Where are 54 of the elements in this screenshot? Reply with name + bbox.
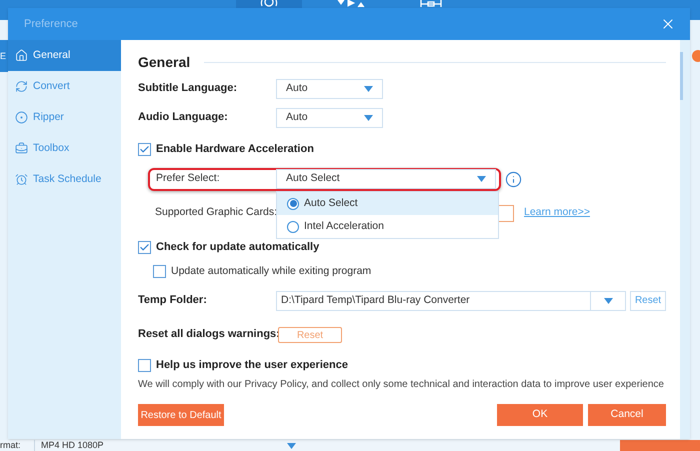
folder-dropdown[interactable]: D:\Tipard Temp\Tipard Blu-ray Converter [276, 290, 626, 310]
checkbox[interactable] [153, 265, 166, 278]
restore-default-button[interactable]: Restore to Default [138, 404, 224, 426]
radio-button [287, 220, 299, 232]
checkbox[interactable] [138, 143, 151, 156]
section-title: General [138, 52, 190, 72]
field-label: Prefer Select: [156, 171, 221, 186]
prefer-dropdown[interactable]: Auto Select [276, 169, 496, 189]
background-label: E [0, 51, 6, 61]
caret-icon [364, 114, 373, 120]
field-label: Temp Folder: [138, 293, 208, 308]
info-icon[interactable] [505, 170, 522, 188]
checkbox-label: Help us improve the user experience [156, 358, 348, 374]
field-label: Subtitle Language: [138, 81, 238, 96]
reset-button[interactable]: Reset [630, 290, 666, 310]
sidebar-icon [15, 142, 28, 155]
disc-icon [259, 0, 279, 8]
checkbox-label: Check for update automatically [156, 240, 320, 255]
sidebar-item[interactable]: Task Schedule [8, 164, 121, 195]
window-title: Preference [24, 16, 78, 32]
checkbox-label: Update automatically while exiting program [171, 264, 372, 279]
scrollbar [680, 52, 683, 100]
field-label: Reset all dialogs warnings: [138, 327, 278, 342]
privacy-note: We will comply with our Privacy Policy, and collect only some technical and interaction data to improve user experience [138, 379, 665, 391]
convert-icon[interactable] [336, 0, 366, 8]
sidebar-item[interactable]: Ripper [8, 102, 121, 133]
sidebar-icon [15, 49, 28, 62]
format-label: rmat: [0, 440, 22, 451]
subtitle-dropdown[interactable]: Auto [276, 78, 383, 98]
checkbox[interactable] [138, 359, 151, 372]
trim-icon[interactable] [420, 0, 442, 8]
caret-icon [364, 86, 373, 92]
audio-dropdown[interactable]: Auto [276, 108, 383, 128]
dropdown-option[interactable]: Auto Select [277, 192, 498, 215]
sidebar-item[interactable]: Toolbox [8, 133, 121, 164]
field-label: Audio Language: [138, 110, 229, 126]
field-label: Supported Graphic Cards: [155, 205, 277, 220]
graphic-card-field[interactable] [498, 204, 514, 222]
checkbox-label: Enable Hardware Acceleration [156, 142, 314, 158]
reset-warnings-button[interactable]: Reset [278, 326, 342, 342]
caret-icon [287, 442, 296, 448]
sidebar-item[interactable]: Convert [8, 71, 121, 102]
sidebar-icon [15, 173, 28, 186]
checkbox[interactable] [138, 240, 151, 254]
caret-icon [604, 298, 612, 304]
ok-button[interactable]: OK [497, 404, 583, 426]
sidebar-icon [15, 111, 28, 124]
learn-more-link[interactable]: Learn more>> [524, 205, 590, 221]
caret-icon [477, 176, 486, 182]
radio-button [287, 198, 299, 210]
format-dropdown[interactable]: MP4 HD 1080P [34, 440, 300, 451]
sidebar-item[interactable]: General [8, 40, 121, 71]
sidebar-icon [15, 80, 28, 93]
cancel-button[interactable]: Cancel [588, 404, 666, 426]
